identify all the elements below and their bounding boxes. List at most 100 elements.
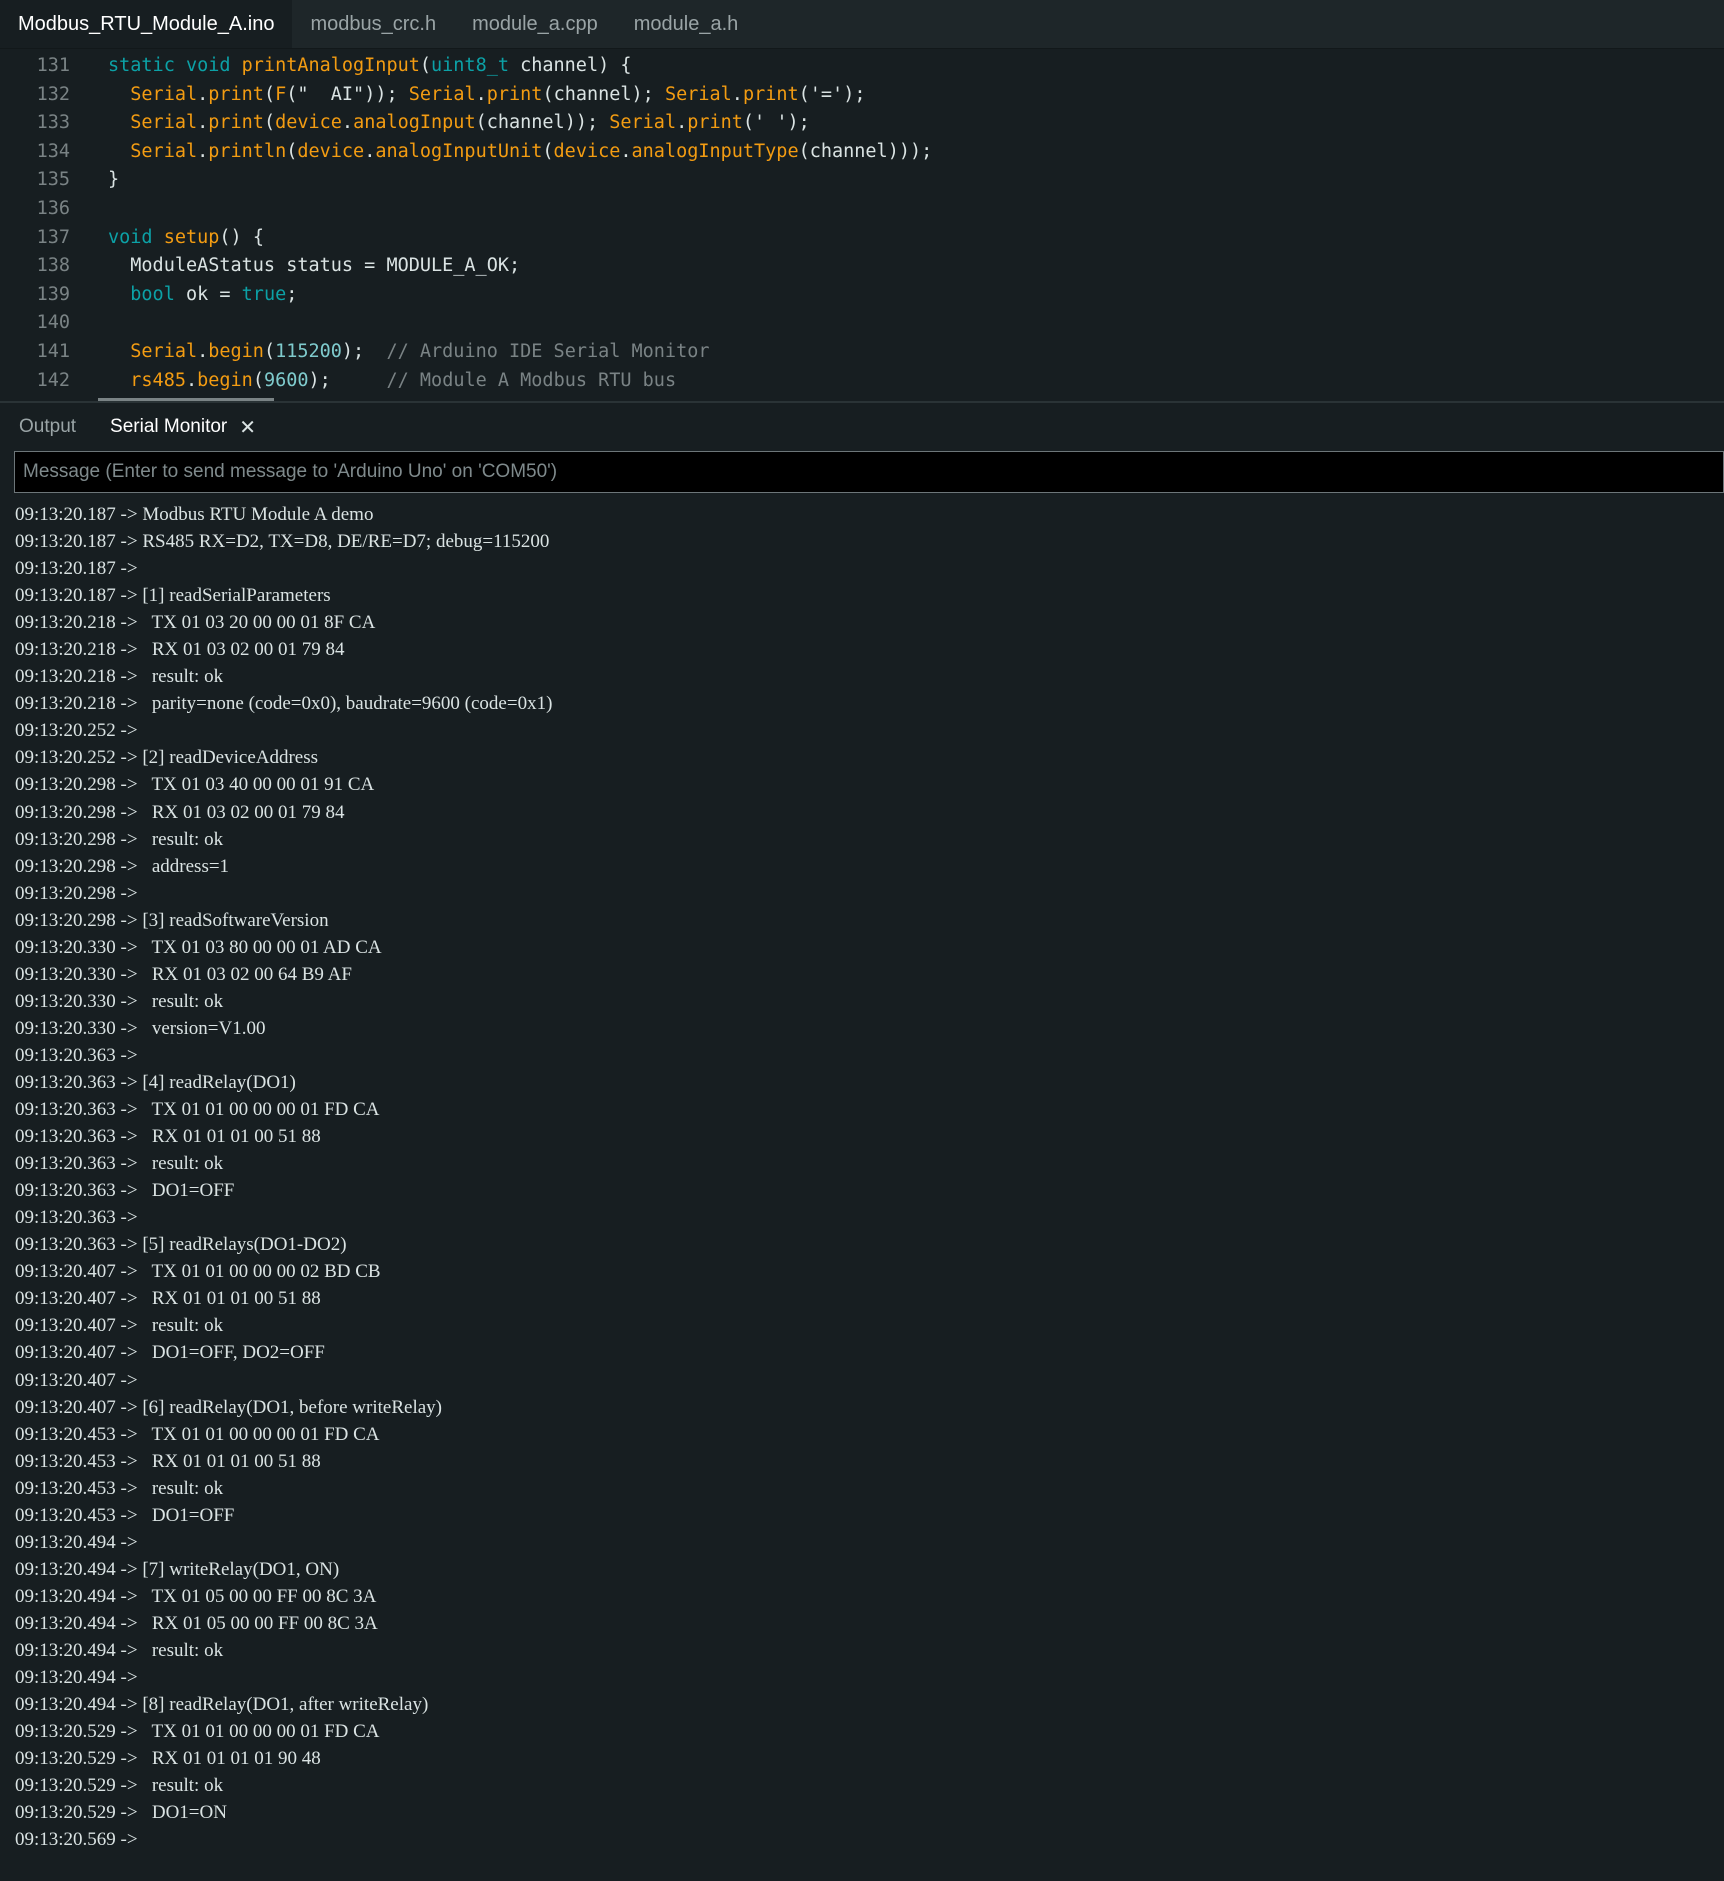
code-token: . [475, 83, 487, 105]
serial-monitor-output[interactable]: 09:13:20.187 -> Modbus RTU Module A demo… [0, 493, 1724, 1881]
code-token: ( [286, 140, 298, 162]
line-number: 132 [36, 83, 70, 105]
serial-line: 09:13:20.407 -> RX 01 01 01 00 51 88 [15, 1288, 321, 1310]
code-token: (' '); [742, 112, 810, 134]
code-token: ); [308, 369, 387, 391]
serial-line: 09:13:20.494 -> TX 01 05 00 00 FF 00 8C … [15, 1585, 377, 1607]
line-number: 141 [36, 340, 70, 362]
tab-serial-monitor-label: Serial Monitor [110, 416, 228, 437]
code-token: ( [252, 369, 264, 391]
serial-line: 09:13:20.494 -> [8] readRelay(DO1, after… [15, 1694, 429, 1716]
code-token: ; [286, 283, 298, 305]
code-token: // Module A Modbus RTU bus [386, 369, 677, 391]
code-token: begin [197, 369, 253, 391]
code-line: 131 static void printAnalogInput(uint8_t … [0, 52, 1724, 81]
serial-line: 09:13:20.494 -> RX 01 05 00 00 FF 00 8C … [15, 1612, 378, 1634]
code-token: () { [219, 226, 264, 248]
serial-line: 09:13:20.330 -> RX 01 03 02 00 64 B9 AF [15, 963, 352, 985]
serial-line: 09:13:20.363 -> [15, 1044, 143, 1066]
code-token: Serial [130, 112, 198, 134]
tab-module-a-h[interactable]: module_a.h [616, 0, 757, 48]
code-token: (channel))); [798, 140, 933, 162]
code-token: . [185, 369, 198, 391]
serial-line: 09:13:20.363 -> [15, 1207, 143, 1229]
code-token: . [364, 140, 376, 162]
code-token: (" AI")); [286, 83, 409, 105]
code-token: Serial [609, 112, 677, 134]
code-token: analogInput [353, 112, 476, 134]
tab-modbus-crc-h[interactable]: modbus_crc.h [292, 0, 454, 48]
serial-line: 09:13:20.363 -> RX 01 01 01 00 51 88 [15, 1126, 321, 1148]
serial-line: 09:13:20.298 -> [3] readSoftwareVersion [15, 909, 329, 931]
panel-tab-bar: Output Serial Monitor ✕ [0, 401, 1724, 451]
code-line: 140 [0, 309, 1724, 338]
code-line: 139 bool ok = true; [0, 281, 1724, 310]
serial-line: 09:13:20.330 -> TX 01 03 80 00 00 01 AD … [15, 936, 382, 958]
code-token: . [197, 140, 209, 162]
tab-output[interactable]: Output [0, 403, 91, 451]
serial-line: 09:13:20.330 -> version=V1.00 [15, 1017, 266, 1039]
code-token: print [742, 83, 799, 105]
serial-line: 09:13:20.363 -> result: ok [15, 1153, 224, 1175]
serial-line: 09:13:20.218 -> RX 01 03 02 00 01 79 84 [15, 639, 345, 661]
serial-line: 09:13:20.453 -> DO1=OFF [15, 1504, 235, 1526]
serial-line: 09:13:20.252 -> [15, 720, 143, 742]
code-token: ModuleAStatus status = MODULE_A_OK; [108, 255, 521, 277]
code-token: . [197, 112, 209, 134]
code-line: 132 Serial.print(F(" AI")); Serial.print… [0, 81, 1724, 110]
code-token: setup [163, 226, 220, 248]
serial-line: 09:13:20.218 -> parity=none (code=0x0), … [15, 693, 553, 715]
serial-line: 09:13:20.529 -> DO1=ON [15, 1802, 227, 1824]
line-number: 138 [36, 255, 70, 277]
serial-line: 09:13:20.187 -> Modbus RTU Module A demo [15, 504, 374, 525]
code-token: F [275, 83, 287, 105]
code-text: ModuleAStatus status = MODULE_A_OK; [108, 252, 520, 281]
code-text: Serial.begin(115200); // Arduino IDE Ser… [108, 338, 710, 367]
serial-line: 09:13:20.494 -> result: ok [15, 1639, 224, 1661]
code-line: 135} [0, 166, 1724, 195]
serial-line: 09:13:20.407 -> DO1=OFF, DO2=OFF [15, 1342, 325, 1364]
code-token: rs485 [130, 369, 186, 391]
serial-line: 09:13:20.363 -> [5] readRelays(DO1-DO2) [15, 1234, 347, 1256]
code-token: . [620, 140, 632, 162]
code-line: 134 Serial.println(device.analogInputUni… [0, 138, 1724, 167]
horizontal-scrollbar[interactable] [98, 398, 274, 401]
code-text: static void printAnalogInput(uint8_t cha… [108, 52, 632, 81]
code-text: Serial.println(device.analogInputUnit(de… [108, 138, 932, 167]
code-token: uint8_t [431, 55, 509, 76]
serial-line: 09:13:20.494 -> [15, 1531, 143, 1553]
code-token: device [275, 112, 342, 134]
serial-line: 09:13:20.298 -> result: ok [15, 828, 224, 850]
code-token: (channel); [542, 83, 665, 105]
code-token: analogInputType [631, 140, 799, 162]
code-token: Serial [130, 340, 198, 362]
line-number: 139 [36, 283, 70, 305]
serial-line: 09:13:20.407 -> TX 01 01 00 00 00 02 BD … [15, 1261, 381, 1283]
tab-output-label: Output [19, 416, 77, 437]
serial-line: 09:13:20.494 -> [15, 1667, 143, 1689]
code-editor[interactable]: 131 static void printAnalogInput(uint8_t … [0, 49, 1724, 401]
code-token: . [341, 112, 354, 134]
code-text: Serial.print(F(" AI")); Serial.print(cha… [108, 81, 865, 110]
serial-line: 09:13:20.298 -> RX 01 03 02 00 01 79 84 [15, 801, 345, 823]
serial-line: 09:13:20.298 -> TX 01 03 40 00 00 01 91 … [15, 774, 375, 796]
tab-modbus-rtu-module-a-ino[interactable]: Modbus_RTU_Module_A.ino [0, 0, 293, 48]
code-token: void [108, 226, 164, 248]
code-token: // Arduino IDE Serial Monitor [386, 340, 710, 362]
code-token: ); [341, 340, 387, 362]
code-line: 137 void setup() { [0, 224, 1724, 253]
serial-line: 09:13:20.453 -> TX 01 01 00 00 00 01 FD … [15, 1423, 380, 1445]
serial-line: 09:13:20.330 -> result: ok [15, 990, 224, 1012]
serial-line: 09:13:20.363 -> [4] readRelay(DO1) [15, 1071, 296, 1093]
serial-message-input[interactable] [14, 451, 1724, 493]
code-token: } [108, 169, 120, 191]
serial-line: 09:13:20.187 -> [1] readSerialParameters [15, 585, 331, 607]
code-token: print [486, 83, 543, 105]
code-token: true [241, 283, 287, 305]
tab-serial-monitor[interactable]: Serial Monitor ✕ [91, 403, 271, 451]
code-token: print [208, 83, 264, 105]
close-icon[interactable]: ✕ [239, 415, 256, 440]
tab-module-a-cpp[interactable]: module_a.cpp [454, 0, 616, 48]
